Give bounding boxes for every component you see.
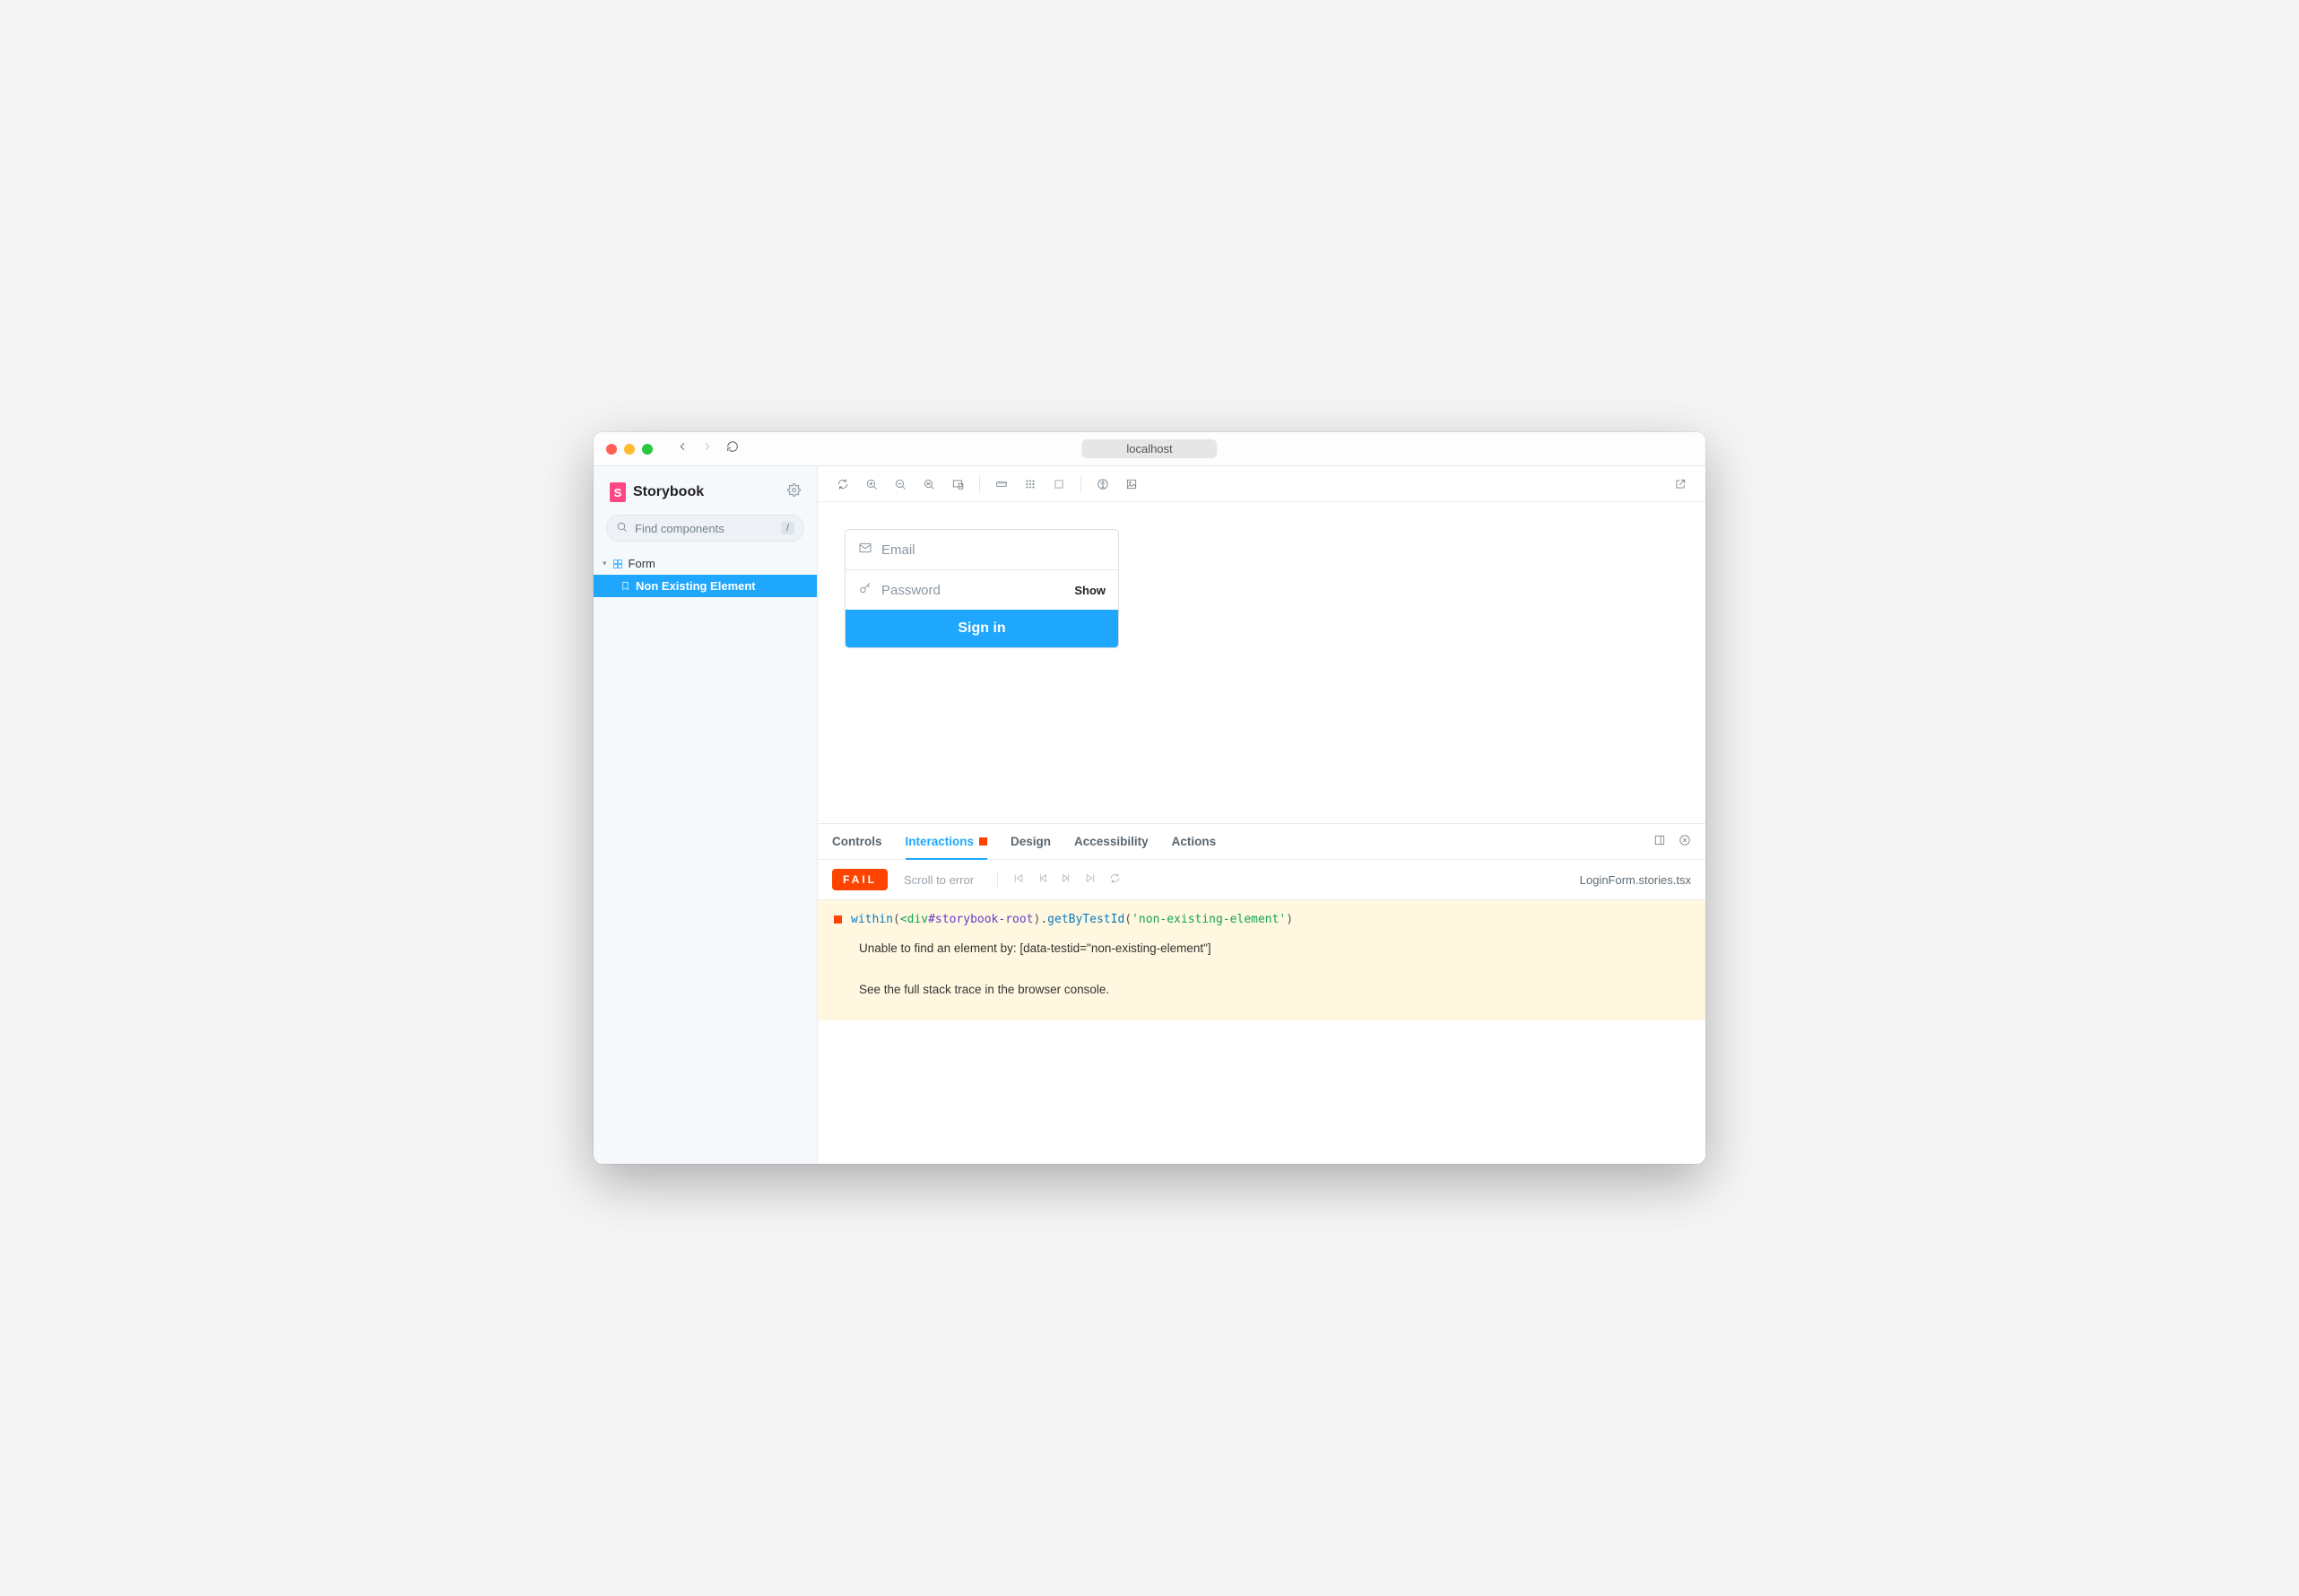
preview-canvas: Email Password Show Sign in	[818, 502, 1705, 823]
search-icon	[616, 521, 628, 535]
key-icon	[858, 581, 872, 599]
step-forward-icon[interactable]	[1061, 872, 1072, 887]
error-message-line1: Unable to find an element by: [data-test…	[859, 939, 1689, 959]
close-window-button[interactable]	[606, 444, 617, 455]
sidebar: S Storybook Find components / ▾ For	[594, 466, 818, 1164]
tab-actions[interactable]: Actions	[1172, 824, 1217, 859]
step-back-icon[interactable]	[1037, 872, 1048, 887]
zoom-out-icon[interactable]	[888, 472, 913, 497]
addon-panel: Controls Interactions Design Accessibili…	[818, 823, 1705, 1164]
password-placeholder: Password	[881, 583, 941, 598]
password-field[interactable]: Password Show	[846, 570, 1118, 610]
search-placeholder: Find components	[635, 522, 724, 535]
search-shortcut: /	[781, 522, 794, 534]
error-marker-icon	[834, 915, 842, 924]
main-panel: Email Password Show Sign in Controls Int…	[818, 466, 1705, 1164]
browser-nav	[676, 440, 739, 457]
error-code-line: within(<div#storybook-root).getByTestId(…	[834, 913, 1689, 926]
addon-tabs: Controls Interactions Design Accessibili…	[818, 824, 1705, 860]
storybook-logo[interactable]: S Storybook	[610, 482, 704, 502]
scroll-to-error-button[interactable]: Scroll to error	[904, 873, 974, 887]
component-icon	[612, 559, 623, 569]
tab-label: Interactions	[906, 835, 975, 848]
toolbar	[818, 466, 1705, 502]
window-controls	[606, 444, 653, 455]
brand-label: Storybook	[633, 484, 704, 500]
viewport-icon[interactable]	[945, 472, 970, 497]
status-badge: FAIL	[832, 869, 888, 890]
open-external-icon[interactable]	[1668, 472, 1693, 497]
sign-in-button[interactable]: Sign in	[846, 610, 1118, 647]
goto-start-icon[interactable]	[1012, 872, 1024, 887]
rerun-icon[interactable]	[1109, 872, 1121, 887]
playback-controls	[997, 872, 1121, 887]
tree-label: Form	[629, 557, 655, 570]
bookmark-icon	[620, 581, 630, 591]
forward-icon[interactable]	[701, 440, 714, 457]
sync-icon[interactable]	[830, 472, 855, 497]
show-password-button[interactable]: Show	[1074, 584, 1106, 597]
tree-label: Non Existing Element	[636, 579, 756, 593]
outline-icon[interactable]	[1046, 472, 1071, 497]
zoom-in-icon[interactable]	[859, 472, 884, 497]
email-field[interactable]: Email	[846, 530, 1118, 570]
email-placeholder: Email	[881, 542, 915, 558]
tab-controls[interactable]: Controls	[832, 824, 882, 859]
error-block: within(<div#storybook-root).getByTestId(…	[818, 900, 1705, 1020]
tab-accessibility[interactable]: Accessibility	[1074, 824, 1149, 859]
accessibility-icon[interactable]	[1090, 472, 1115, 497]
chevron-down-icon: ▾	[603, 559, 607, 568]
browser-window: localhost S Storybook Find components /	[594, 432, 1705, 1164]
titlebar: localhost	[594, 432, 1705, 466]
back-icon[interactable]	[676, 440, 689, 457]
tree-item-non-existing-element[interactable]: Non Existing Element	[594, 575, 817, 597]
url-bar[interactable]: localhost	[1081, 439, 1217, 458]
component-tree: ▾ Form Non Existing Element	[594, 552, 817, 597]
panel-orientation-icon[interactable]	[1653, 834, 1666, 849]
error-message-line2: See the full stack trace in the browser …	[859, 980, 1689, 1001]
goto-end-icon[interactable]	[1085, 872, 1097, 887]
search-input[interactable]: Find components /	[606, 515, 804, 542]
mail-icon	[858, 541, 872, 559]
storybook-mark-icon: S	[610, 482, 626, 502]
minimize-window-button[interactable]	[624, 444, 635, 455]
interactions-subbar: FAIL Scroll to error LoginForm.stories.t…	[818, 860, 1705, 900]
tab-interactions[interactable]: Interactions	[906, 825, 988, 860]
error-badge-icon	[979, 837, 987, 846]
login-form: Email Password Show Sign in	[845, 529, 1119, 648]
zoom-reset-icon[interactable]	[916, 472, 941, 497]
story-file-path: LoginForm.stories.tsx	[1580, 873, 1691, 887]
tree-item-form[interactable]: ▾ Form	[594, 552, 817, 575]
grid-icon[interactable]	[1018, 472, 1043, 497]
close-panel-icon[interactable]	[1679, 834, 1691, 849]
ruler-icon[interactable]	[989, 472, 1014, 497]
tab-design[interactable]: Design	[1011, 824, 1051, 859]
reload-icon[interactable]	[726, 440, 739, 457]
maximize-window-button[interactable]	[642, 444, 653, 455]
image-icon[interactable]	[1119, 472, 1144, 497]
gear-icon[interactable]	[787, 483, 801, 501]
